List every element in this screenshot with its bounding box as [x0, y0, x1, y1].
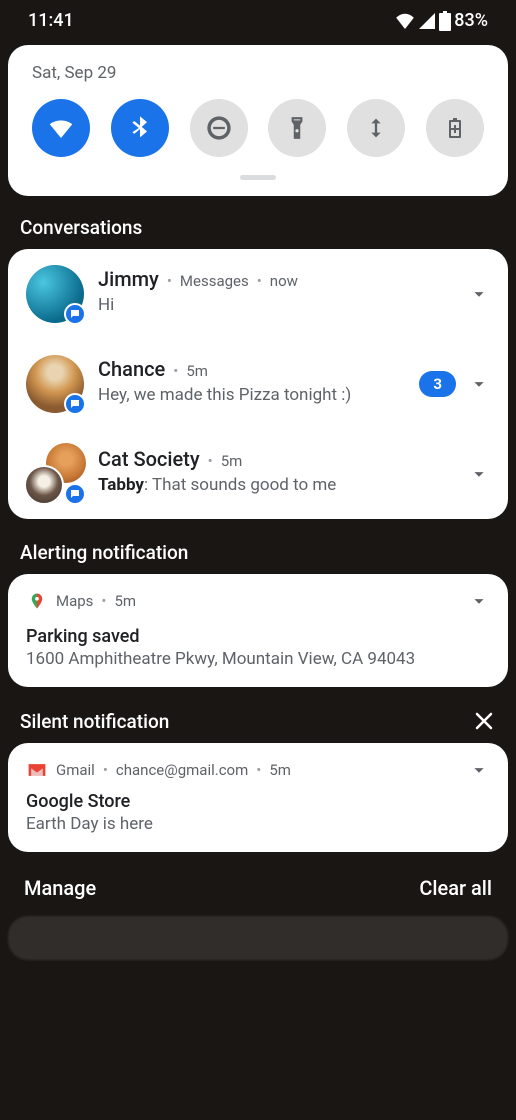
- conversation-item[interactable]: Jimmy • Messages • now Hi: [8, 249, 508, 339]
- conversation-name: Cat Society: [98, 447, 200, 471]
- conversation-header: Chance • 5m: [98, 357, 411, 381]
- conversation-item[interactable]: Cat Society • 5m Tabby: That sounds good…: [8, 429, 508, 519]
- qs-tile-dnd[interactable]: [190, 99, 248, 157]
- notification-title: Google Store: [26, 791, 490, 812]
- bottom-actions: Manage Clear all: [0, 866, 516, 910]
- wifi-icon: [395, 13, 415, 29]
- silent-header: Silent notification: [0, 701, 516, 743]
- avatar: [26, 265, 84, 323]
- clear-all-button[interactable]: Clear all: [419, 876, 492, 900]
- notification-title: Parking saved: [26, 626, 490, 647]
- dnd-icon: [205, 114, 233, 142]
- conversation-right: [468, 463, 490, 485]
- notification-time: 5m: [269, 761, 291, 779]
- conversation-message: Tabby: That sounds good to me: [98, 475, 460, 495]
- qs-tile-battery-saver[interactable]: [426, 99, 484, 157]
- notification-app: Gmail: [56, 761, 95, 779]
- conversation-right: 3: [419, 371, 490, 397]
- alerting-header: Alerting notification: [0, 533, 516, 574]
- qs-tile-autorotate[interactable]: [347, 99, 405, 157]
- notification-text: Earth Day is here: [26, 814, 490, 834]
- unread-count-badge: 3: [419, 371, 456, 397]
- conversations-title: Conversations: [20, 216, 142, 239]
- maps-notification: Maps • 5m Parking saved 1600 Amphitheatr…: [8, 574, 508, 687]
- silent-title: Silent notification: [20, 710, 169, 733]
- notification-head: Maps • 5m: [26, 590, 490, 612]
- separator-dot: •: [103, 761, 108, 779]
- conversation-name: Jimmy: [98, 267, 159, 291]
- conversations-header: Conversations: [0, 208, 516, 249]
- status-bar: 11:41 83%: [0, 0, 516, 37]
- autorotate-sync-icon: [362, 114, 390, 142]
- home-search-blur: [8, 916, 508, 960]
- conversation-time: 5m: [221, 452, 243, 470]
- messages-badge-icon: [64, 303, 86, 325]
- separator-dot: •: [173, 362, 178, 380]
- chevron-down-icon[interactable]: [468, 463, 490, 485]
- messages-badge-icon: [64, 393, 86, 415]
- separator-dot: •: [167, 272, 172, 290]
- dismiss-section-icon[interactable]: [472, 709, 496, 733]
- alerting-card[interactable]: Maps • 5m Parking saved 1600 Amphitheatr…: [8, 574, 508, 687]
- notification-account: chance@gmail.com: [116, 761, 248, 779]
- chevron-down-icon[interactable]: [468, 373, 490, 395]
- battery-icon: [439, 11, 451, 31]
- status-right: 83%: [395, 10, 488, 31]
- notification-time: 5m: [114, 592, 136, 610]
- alerting-title: Alerting notification: [20, 541, 188, 564]
- silent-card[interactable]: Gmail • chance@gmail.com • 5m Google Sto…: [8, 743, 508, 852]
- qs-tile-flashlight[interactable]: [268, 99, 326, 157]
- conversation-item[interactable]: Chance • 5m Hey, we made this Pizza toni…: [8, 339, 508, 429]
- conversation-body: Cat Society • 5m Tabby: That sounds good…: [98, 445, 460, 495]
- manage-button[interactable]: Manage: [24, 876, 96, 900]
- conversation-message: Hey, we made this Pizza tonight :): [98, 385, 411, 405]
- conversation-header: Jimmy • Messages • now: [98, 267, 460, 291]
- conversations-card: Jimmy • Messages • now Hi Chance • 5m: [8, 249, 508, 519]
- gmail-notification: Gmail • chance@gmail.com • 5m Google Sto…: [8, 743, 508, 852]
- message-sender: Tabby: [98, 475, 144, 495]
- battery-saver-icon: [443, 115, 467, 141]
- qs-tile-row: [28, 99, 488, 157]
- conversation-header: Cat Society • 5m: [98, 447, 460, 471]
- signal-icon: [418, 13, 436, 29]
- notification-head: Gmail • chance@gmail.com • 5m: [26, 759, 490, 781]
- conversation-time: 5m: [186, 362, 208, 380]
- conversation-name: Chance: [98, 357, 165, 381]
- conversation-time: now: [270, 272, 298, 290]
- status-time: 11:41: [28, 10, 74, 31]
- qs-tile-bluetooth[interactable]: [111, 99, 169, 157]
- maps-icon: [26, 590, 48, 612]
- qs-drag-handle[interactable]: [240, 175, 276, 180]
- quick-settings-panel: Sat, Sep 29: [8, 45, 508, 196]
- conversation-right: [468, 283, 490, 305]
- separator-dot: •: [257, 272, 262, 290]
- conversation-app: Messages: [180, 272, 249, 290]
- separator-dot: •: [256, 761, 261, 779]
- separator-dot: •: [208, 452, 213, 470]
- avatar: [26, 445, 84, 503]
- messages-badge-icon: [64, 483, 86, 505]
- separator-dot: •: [101, 592, 106, 610]
- notification-app: Maps: [56, 592, 93, 610]
- chevron-down-icon[interactable]: [468, 590, 490, 612]
- wifi-icon: [46, 113, 76, 143]
- chevron-down-icon[interactable]: [468, 759, 490, 781]
- message-text: That sounds good to me: [152, 475, 336, 495]
- qs-date: Sat, Sep 29: [32, 63, 488, 83]
- battery-percent: 83%: [454, 10, 488, 31]
- conversation-body: Chance • 5m Hey, we made this Pizza toni…: [98, 355, 411, 405]
- flashlight-icon: [284, 115, 310, 141]
- bluetooth-icon: [126, 114, 154, 142]
- conversation-message: Hi: [98, 295, 460, 315]
- chevron-down-icon[interactable]: [468, 283, 490, 305]
- avatar: [26, 355, 84, 413]
- gmail-icon: [26, 759, 48, 781]
- qs-tile-wifi[interactable]: [32, 99, 90, 157]
- notification-text: 1600 Amphitheatre Pkwy, Mountain View, C…: [26, 649, 490, 669]
- conversation-body: Jimmy • Messages • now Hi: [98, 265, 460, 315]
